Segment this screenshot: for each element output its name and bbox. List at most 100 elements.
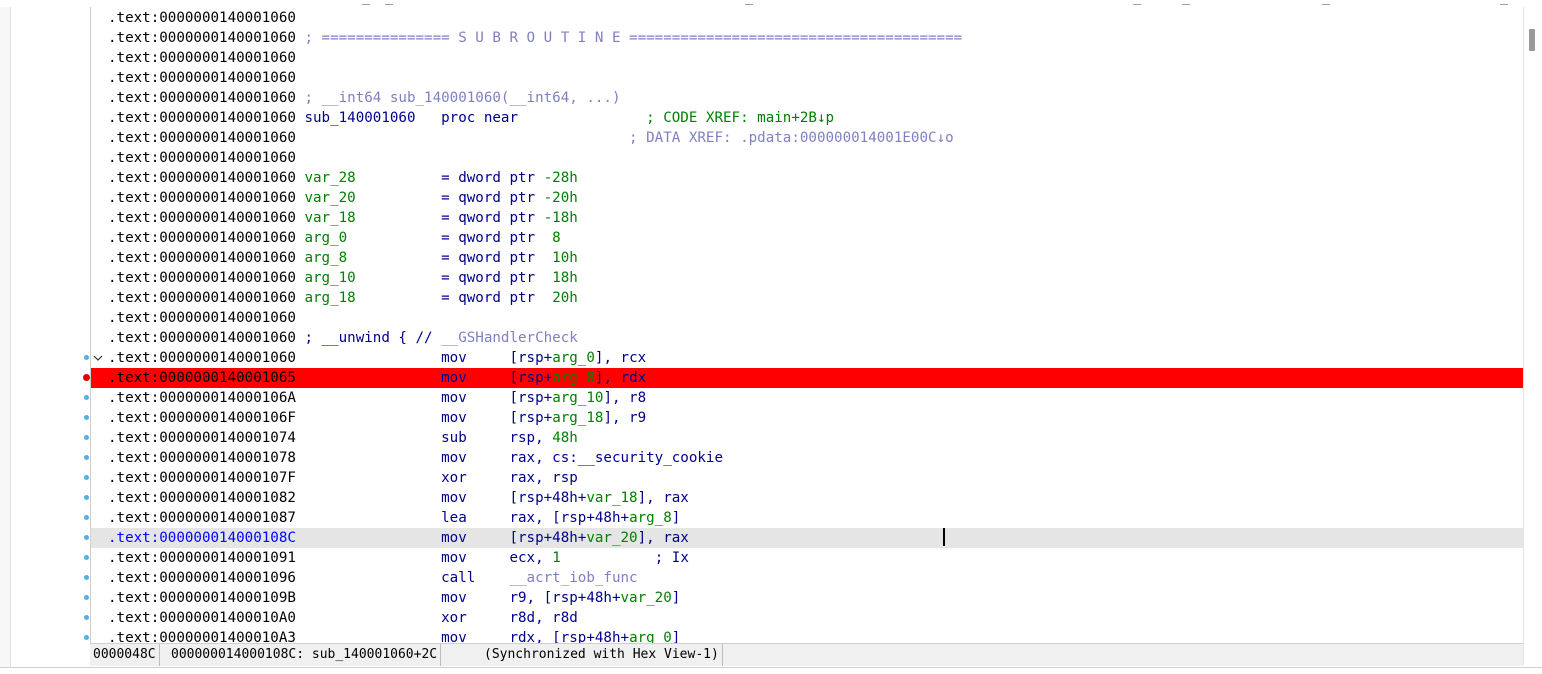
line-address[interactable]: 0000000140001060 bbox=[159, 350, 296, 366]
line-token[interactable]: __GSHandlerCheck bbox=[441, 330, 578, 346]
line-address[interactable]: 0000000140001082 bbox=[159, 490, 296, 506]
listing-line[interactable]: .text:0000000140001087 lea rax, [rsp+48h… bbox=[91, 508, 1523, 528]
listing-line[interactable]: .text:0000000140001060 ; DATA XREF: .pda… bbox=[91, 128, 1523, 148]
listing-line[interactable]: .text:000000014000107F xor rax, rsp bbox=[91, 468, 1523, 488]
line-address[interactable]: 0000000140001060 bbox=[159, 290, 296, 306]
instruction-marker-icon[interactable] bbox=[84, 595, 89, 600]
line-token[interactable]: arg_10 bbox=[552, 390, 603, 406]
listing-line[interactable]: .text:0000000140001060 var_20 = qword pt… bbox=[91, 188, 1523, 208]
listing-line[interactable]: .text:0000000140001060 bbox=[91, 8, 1523, 28]
listing-line[interactable]: .text:0000000140001060 var_28 = dword pt… bbox=[91, 168, 1523, 188]
line-token[interactable]: sub_140001060 bbox=[296, 110, 415, 126]
line-address[interactable]: 00000001400010A0 bbox=[159, 610, 296, 626]
line-address[interactable]: 000000014000106A bbox=[159, 390, 296, 406]
instruction-marker-icon[interactable] bbox=[84, 455, 89, 460]
instruction-marker-icon[interactable] bbox=[84, 435, 89, 440]
line-token[interactable]: arg_18 bbox=[296, 290, 355, 306]
listing-line[interactable]: .text:00000001400010A3 mov rdx, [rsp+48h… bbox=[91, 628, 1523, 643]
listing-line[interactable]: .text:0000000140001060 arg_8 = qword ptr… bbox=[91, 248, 1523, 268]
instruction-marker-icon[interactable] bbox=[84, 575, 89, 580]
breakpoint-line[interactable]: .text:0000000140001065 mov [rsp+arg_8], … bbox=[91, 368, 1523, 388]
line-address[interactable]: 0000000140001060 bbox=[159, 170, 296, 186]
listing-line[interactable]: .text:0000000140001091 mov ecx, 1 ; Ix bbox=[91, 548, 1523, 568]
line-token[interactable]: var_18 bbox=[296, 210, 355, 226]
listing-line[interactable]: .text:0000000140001060 var_18 = qword pt… bbox=[91, 208, 1523, 228]
line-token[interactable]: var_20 bbox=[296, 190, 355, 206]
line-address[interactable]: 0000000140001060 bbox=[159, 270, 296, 286]
line-address[interactable]: 0000000140001060 bbox=[159, 330, 296, 346]
listing-line[interactable]: .text:00000001400010A0 xor r8d, r8d bbox=[91, 608, 1523, 628]
instruction-marker-icon[interactable] bbox=[84, 495, 89, 500]
line-token[interactable]: arg_8 bbox=[552, 370, 595, 386]
listing-line[interactable]: .text:0000000140001096 call __acrt_iob_f… bbox=[91, 568, 1523, 588]
line-address[interactable]: 0000000140001060 bbox=[159, 190, 296, 206]
listing-line[interactable]: .text:000000014000106A mov [rsp+arg_10],… bbox=[91, 388, 1523, 408]
instruction-marker-icon[interactable] bbox=[84, 515, 89, 520]
listing-line[interactable]: .text:0000000140001060 arg_0 = qword ptr… bbox=[91, 228, 1523, 248]
line-token[interactable]: var_28 bbox=[296, 170, 355, 186]
listing-line[interactable]: .text:0000000140001060 bbox=[91, 148, 1523, 168]
breakpoint-gutter[interactable] bbox=[11, 7, 90, 643]
listing-line[interactable]: .text:000000014000106F mov [rsp+arg_18],… bbox=[91, 408, 1523, 428]
collapse-chevron-icon[interactable] bbox=[93, 353, 103, 363]
line-address[interactable]: 0000000140001087 bbox=[159, 510, 296, 526]
listing-line[interactable]: .text:0000000140001074 sub rsp, 48h bbox=[91, 428, 1523, 448]
listing-line[interactable]: .text:0000000140001060 bbox=[91, 68, 1523, 88]
instruction-marker-icon[interactable] bbox=[84, 615, 89, 620]
scrollbar-thumb[interactable] bbox=[1529, 29, 1535, 51]
line-address[interactable]: 0000000140001060 bbox=[159, 210, 296, 226]
line-address[interactable]: 0000000140001060 bbox=[159, 130, 296, 146]
line-address[interactable]: 0000000140001091 bbox=[159, 550, 296, 566]
line-token[interactable]: __acrt_iob_func bbox=[509, 570, 637, 586]
line-address[interactable]: 0000000140001060 bbox=[159, 250, 296, 266]
line-address[interactable]: 000000014000106F bbox=[159, 410, 296, 426]
line-address[interactable]: 0000000140001060 bbox=[159, 70, 296, 86]
listing-line[interactable]: .text:0000000140001078 mov rax, cs:__sec… bbox=[91, 448, 1523, 468]
instruction-marker-icon[interactable] bbox=[84, 475, 89, 480]
line-token[interactable]: var_18 bbox=[586, 490, 637, 506]
line-address[interactable]: 0000000140001060 bbox=[159, 50, 296, 66]
line-token[interactable]: var_20 bbox=[621, 590, 672, 606]
listing-line[interactable]: .text:000000014000109B mov r9, [rsp+48h+… bbox=[91, 588, 1523, 608]
listing-line[interactable]: .text:0000000140001060 ; __unwind { // _… bbox=[91, 328, 1523, 348]
line-address[interactable]: 0000000140001060 bbox=[159, 30, 296, 46]
listing-line[interactable]: .text:0000000140001060 arg_18 = qword pt… bbox=[91, 288, 1523, 308]
line-address[interactable]: 0000000140001060 bbox=[159, 10, 296, 26]
listing-line[interactable]: .text:0000000140001060 arg_10 = qword pt… bbox=[91, 268, 1523, 288]
listing-line[interactable]: .text:0000000140001082 mov [rsp+48h+var_… bbox=[91, 488, 1523, 508]
line-address[interactable]: 0000000140001060 bbox=[159, 90, 296, 106]
line-address[interactable]: 0000000140001060 bbox=[159, 230, 296, 246]
listing-line[interactable]: .text:0000000140001060 bbox=[91, 308, 1523, 328]
line-address[interactable]: 000000014000107F bbox=[159, 470, 296, 486]
line-address[interactable]: 0000000140001096 bbox=[159, 570, 296, 586]
instruction-marker-icon[interactable] bbox=[84, 395, 89, 400]
vertical-scrollbar[interactable] bbox=[1523, 7, 1542, 665]
instruction-marker-icon[interactable] bbox=[84, 535, 89, 540]
breakpoint-icon[interactable] bbox=[83, 374, 90, 381]
line-token[interactable]: arg_8 bbox=[629, 510, 672, 526]
line-address[interactable]: 0000000140001060 bbox=[159, 150, 296, 166]
line-token[interactable]: arg_8 bbox=[296, 250, 347, 266]
line-address[interactable]: 0000000140001060 bbox=[159, 110, 296, 126]
line-address[interactable]: 000000014000109B bbox=[159, 590, 296, 606]
line-token[interactable]: arg_0 bbox=[629, 630, 672, 643]
line-token[interactable]: arg_0 bbox=[296, 230, 347, 246]
instruction-marker-icon[interactable] bbox=[84, 635, 89, 640]
line-address[interactable]: 000000014000108C bbox=[159, 530, 296, 546]
line-token[interactable]: arg_18 bbox=[552, 410, 603, 426]
current-line[interactable]: .text:000000014000108C mov [rsp+48h+var_… bbox=[91, 528, 1523, 548]
listing-line[interactable]: .text:0000000140001060 sub_140001060 pro… bbox=[91, 108, 1523, 128]
line-token[interactable]: arg_10 bbox=[296, 270, 355, 286]
line-address[interactable]: 0000000140001065 bbox=[159, 370, 296, 386]
line-address[interactable]: 0000000140001074 bbox=[159, 430, 296, 446]
disassembly-listing[interactable]: .text:0000000140001060 .text:000000014000… bbox=[90, 7, 1524, 643]
listing-line[interactable]: .text:0000000140001060 mov [rsp+arg_0], … bbox=[91, 348, 1523, 368]
listing-line[interactable]: .text:0000000140001060 bbox=[91, 48, 1523, 68]
line-address[interactable]: 0000000140001060 bbox=[159, 310, 296, 326]
line-address[interactable]: 0000000140001078 bbox=[159, 450, 296, 466]
line-address[interactable]: 00000001400010A3 bbox=[159, 630, 296, 643]
instruction-marker-icon[interactable] bbox=[84, 355, 89, 360]
listing-line[interactable]: .text:0000000140001060 ; ===============… bbox=[91, 28, 1523, 48]
instruction-marker-icon[interactable] bbox=[84, 415, 89, 420]
line-token[interactable]: arg_0 bbox=[552, 350, 595, 366]
